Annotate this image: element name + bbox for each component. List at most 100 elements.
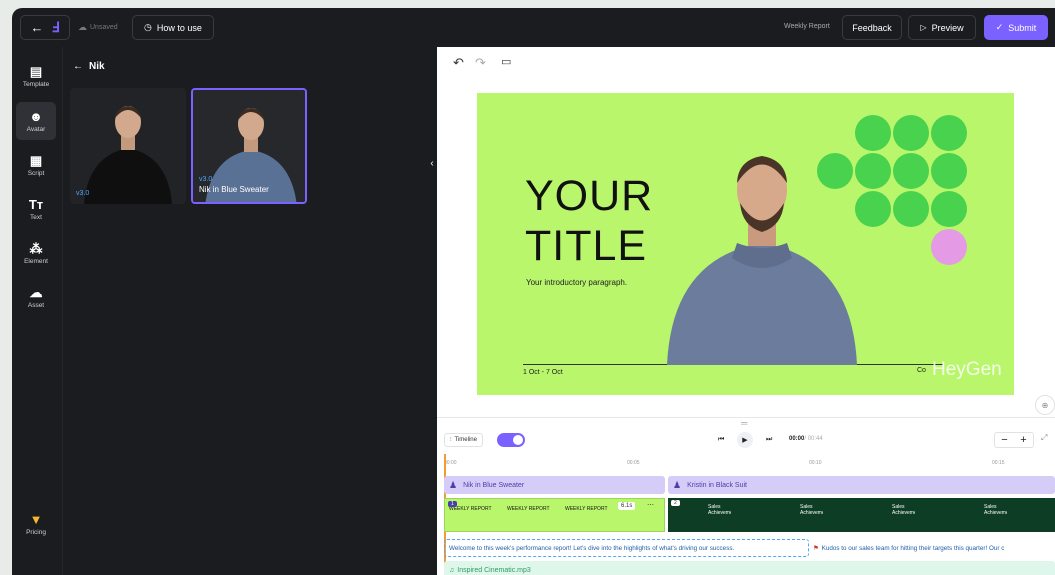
flag-icon: ⚑	[813, 544, 819, 552]
upload-icon: ☁	[29, 284, 43, 300]
slide-canvas[interactable]: YOUR TITLE Your introductory paragraph. …	[477, 93, 1014, 395]
scene-thumb: Sales Achievement	[858, 498, 915, 532]
submit-label: Submit	[1008, 22, 1037, 33]
audio-track[interactable]: ♫ Inspired Cinematic.mp3	[444, 561, 1055, 575]
avatar-panel: ← Nik v3.0 v3.0 Nik in Blue Sweater ‹	[62, 47, 438, 575]
feedback-button[interactable]: Feedback	[842, 15, 902, 40]
timeline-label: Timeline	[454, 437, 477, 443]
monitor-icon[interactable]: ▭	[501, 55, 511, 68]
slide-title[interactable]: YOUR TITLE	[525, 171, 653, 271]
zoom-out-icon[interactable]: −	[1001, 434, 1007, 446]
script-segment[interactable]: ⚑ Kudos to our sales team for hitting the…	[813, 539, 1055, 557]
diamond-icon: ▼	[29, 511, 43, 527]
slide-title-line: YOUR	[525, 172, 654, 220]
sidebar-item-text[interactable]: Tт Text	[16, 190, 56, 228]
decor-dot	[931, 153, 967, 189]
sidebar-item-asset[interactable]: ☁ Asset	[16, 278, 56, 316]
redo-icon[interactable]: ↷	[475, 55, 486, 71]
more-icon[interactable]: ⋯	[647, 501, 654, 509]
preview-button[interactable]: ▷ Preview	[908, 15, 976, 40]
back-home-button[interactable]: ← Ⅎ	[20, 15, 70, 40]
ruler-tick: 00:10	[809, 460, 822, 466]
play-button[interactable]: ▶	[737, 432, 753, 448]
zoom-icon: ⊕	[1041, 400, 1049, 410]
top-bar: ← Ⅎ ☁ Unsaved ◷ How to use Weekly Report F…	[12, 8, 1055, 47]
element-icon: ⁂	[29, 240, 43, 256]
avatar-presenter[interactable]	[662, 138, 862, 365]
sidebar-item-label: Asset	[27, 301, 45, 309]
skip-forward-icon[interactable]: ⏭	[766, 436, 772, 444]
decor-dot	[893, 191, 929, 227]
how-to-use-label: How to use	[156, 22, 202, 33]
zoom-fit-button[interactable]: ⊕	[1035, 395, 1055, 415]
script-segment[interactable]: Welcome to this week's performance repor…	[444, 539, 809, 557]
save-status: ☁ Unsaved	[78, 22, 118, 33]
current-time: 00:00	[789, 436, 805, 442]
thumb-text: WEEKLY REPORT	[507, 506, 550, 512]
logo-icon: Ⅎ	[51, 19, 60, 35]
submit-button[interactable]: ✓ Submit	[984, 15, 1048, 40]
scene-clip[interactable]: WEEKLY REPORT WEEKLY REPORT WEEKLY REPOR…	[444, 498, 665, 532]
playback-time: 00:00/ 00:44	[789, 436, 823, 442]
sidebar-item-avatar[interactable]: ☻ Avatar	[16, 102, 56, 140]
timeline-toggle-button[interactable]: ⫶ Timeline	[444, 433, 483, 447]
avatar-track-segment[interactable]: ♟ Nik in Blue Sweater	[444, 476, 665, 494]
scene-number: 2	[671, 500, 680, 506]
app-window: ← Ⅎ ☁ Unsaved ◷ How to use Weekly Report F…	[12, 8, 1055, 575]
decor-dot-pink	[931, 229, 967, 265]
slide-corner-text: Co	[917, 367, 926, 374]
decor-dot	[931, 191, 967, 227]
duration-badge: 6.1s	[618, 502, 636, 510]
how-to-use-button[interactable]: ◷ How to use	[132, 15, 214, 40]
check-icon: ✓	[995, 22, 1004, 32]
back-link[interactable]: ← Nik	[73, 61, 105, 72]
pricing-label: Pricing	[26, 528, 46, 536]
avatar-card-selected[interactable]: v3.0 Nik in Blue Sweater	[191, 88, 307, 204]
template-icon: ▤	[29, 63, 43, 79]
sidebar-item-label: Template	[22, 80, 50, 88]
cloud-icon: ☁	[78, 22, 87, 32]
save-status-label: Unsaved	[90, 24, 118, 31]
resize-handle-icon[interactable]: ═	[741, 418, 747, 428]
thumb-text: Sales Achievement	[892, 504, 915, 516]
decor-dot	[893, 115, 929, 151]
avatar-track-label: Nik in Blue Sweater	[463, 481, 525, 489]
avatar-track-label: Kristin in Black Suit	[687, 481, 747, 489]
arrow-left-icon: ←	[30, 20, 44, 35]
thumb-text: Sales Achievement	[708, 504, 731, 516]
avatar-track-segment[interactable]: ♟ Kristin in Black Suit	[668, 476, 1055, 494]
zoom-controls: − +	[994, 432, 1034, 448]
avatar-name: Nik in Blue Sweater	[199, 185, 269, 194]
sidebar-item-label: Avatar	[26, 125, 46, 133]
slide-date[interactable]: 1 Oct - 7 Oct	[523, 369, 563, 376]
slide-paragraph[interactable]: Your introductory paragraph.	[526, 278, 627, 287]
ruler-tick: 00:15	[992, 460, 1005, 466]
total-time: / 00:44	[804, 436, 823, 442]
undo-icon[interactable]: ↶	[453, 55, 464, 71]
script-text: Kudos to our sales team for hitting thei…	[821, 544, 1005, 552]
sidebar-item-element[interactable]: ⁂ Element	[16, 234, 56, 272]
sidebar-item-label: Script	[27, 169, 45, 177]
version-badge: v3.0	[76, 190, 90, 197]
time-ruler: 00:00 00:05 00:10 00:15	[444, 460, 1055, 470]
arrow-left-icon: ←	[73, 61, 83, 72]
back-label: Nik	[89, 61, 105, 72]
decor-dot	[931, 115, 967, 151]
scene-clip[interactable]: Sales Achievement Sales Achievement Sale…	[668, 498, 1055, 532]
editor-area: ↶ ↷ ▭ YOUR TITLE Your introductory parag…	[437, 47, 1055, 417]
fullscreen-icon[interactable]: ⤢	[1041, 433, 1047, 443]
project-name[interactable]: Weekly Report	[784, 23, 830, 30]
clock-icon: ◷	[144, 22, 152, 32]
watermark: HeyGen	[932, 359, 1002, 380]
sidebar-item-script[interactable]: ▦ Script	[16, 146, 56, 184]
pricing-button[interactable]: ▼ Pricing	[16, 505, 56, 543]
version-badge: v3.0	[199, 176, 213, 183]
zoom-in-icon[interactable]: +	[1020, 434, 1026, 446]
play-icon: ▶	[742, 437, 748, 444]
avatar-card[interactable]: v3.0	[70, 88, 186, 204]
script-icon: ▦	[29, 152, 43, 168]
scene-thumb: Sales Achievement	[950, 498, 1007, 532]
timeline-switch[interactable]	[497, 433, 525, 447]
skip-back-icon[interactable]: ⏮	[718, 436, 724, 444]
sidebar-item-template[interactable]: ▤ Template	[16, 57, 56, 95]
